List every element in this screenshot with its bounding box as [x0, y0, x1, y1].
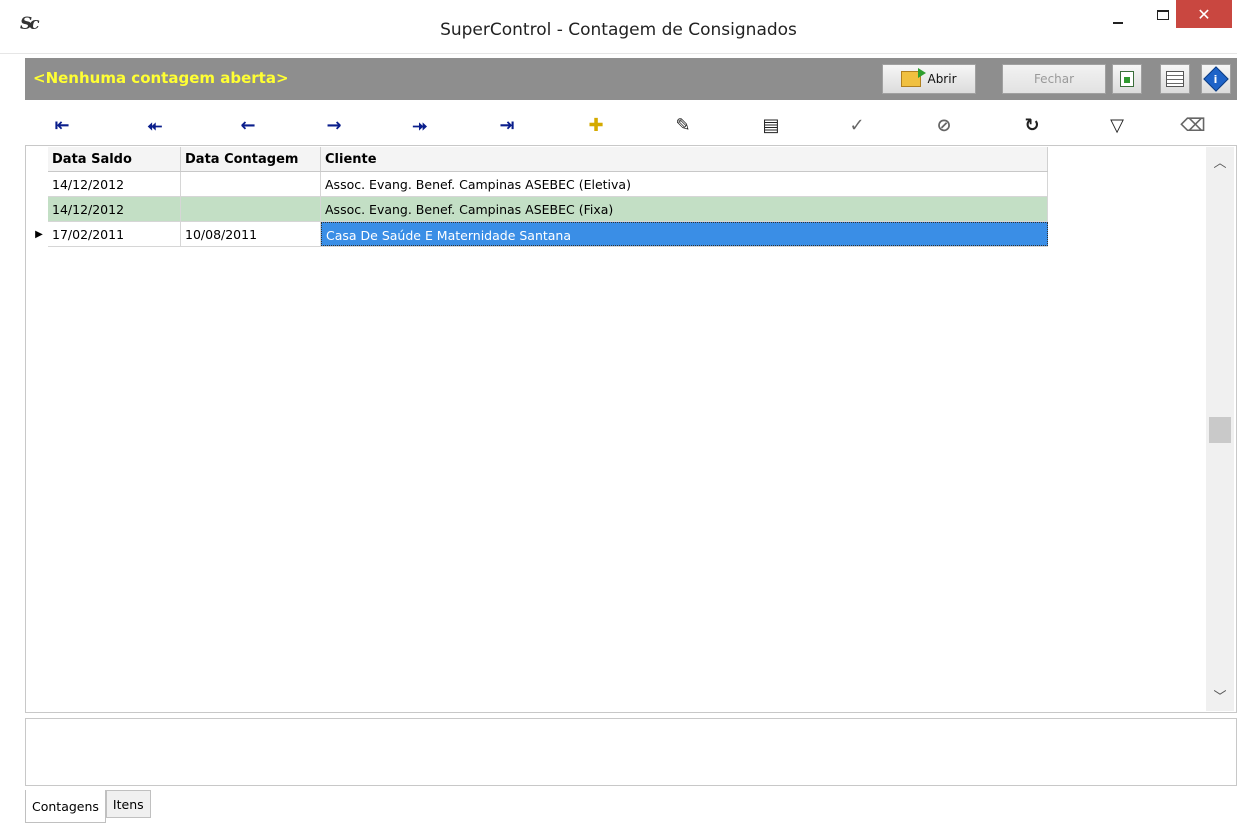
table-row-selected[interactable]: 17/02/2011 10/08/2011 Casa De Saúde E Ma…: [48, 222, 1048, 247]
table-row[interactable]: 14/12/2012 Assoc. Evang. Benef. Campinas…: [48, 172, 1048, 197]
close-window-button[interactable]: ✕: [1176, 0, 1232, 28]
last-record-button[interactable]: ⇥: [487, 111, 527, 139]
cell-data-contagem[interactable]: [181, 172, 321, 196]
current-row-indicator-icon: ▶: [35, 229, 43, 240]
refresh-button[interactable]: ↻: [1012, 111, 1052, 139]
layout-button[interactable]: [1160, 64, 1190, 94]
cell-data-contagem[interactable]: 10/08/2011: [181, 222, 321, 246]
last-record-icon: ⇥: [499, 114, 515, 136]
row-indicator-column: ▶: [31, 147, 47, 247]
edit-icon: ✎: [675, 114, 691, 136]
edit-record-button[interactable]: ✎: [663, 111, 703, 139]
bottom-tabs: Contagens Itens: [25, 790, 151, 823]
tab-itens[interactable]: Itens: [105, 790, 151, 818]
filter-icon: ▽: [1110, 114, 1124, 136]
cell-cliente[interactable]: Assoc. Evang. Benef. Campinas ASEBEC (Fi…: [321, 197, 1048, 221]
record-navigator: ⇤ ⯬ ← → ⯮ ⇥ ✚ ✎ ▤ ✓ ⊘ ↻ ▽ ⌫: [25, 105, 1237, 145]
cell-data-saldo[interactable]: 14/12/2012: [48, 197, 181, 221]
minimize-icon: [1112, 22, 1123, 24]
close-count-button[interactable]: Fechar: [1002, 64, 1106, 94]
cancel-record-button[interactable]: ⊘: [924, 111, 964, 139]
prior-page-button[interactable]: ⯬: [135, 111, 175, 139]
records-grid-area: ▶ Data Saldo Data Contagem Cliente 14/12…: [25, 145, 1237, 713]
first-record-icon: ⇤: [54, 114, 70, 136]
window-title: SuperControl - Contagem de Consignados: [440, 20, 797, 40]
title-bar: Sc SuperControl - Contagem de Consignado…: [0, 0, 1237, 54]
info-icon: i: [1203, 66, 1229, 92]
clear-filter-icon: ⌫: [1180, 114, 1206, 136]
filter-button[interactable]: ▽: [1097, 111, 1137, 139]
close-count-button-label: Fechar: [1033, 72, 1075, 86]
cell-cliente[interactable]: Casa De Saúde E Maternidade Santana: [321, 222, 1048, 246]
post-record-button[interactable]: ✓: [837, 111, 877, 139]
cell-data-saldo[interactable]: 17/02/2011: [48, 222, 181, 246]
clear-filter-button[interactable]: ⌫: [1173, 111, 1213, 139]
info-button[interactable]: i: [1201, 64, 1231, 94]
next-record-icon: →: [326, 114, 342, 136]
delete-icon: ▤: [762, 114, 780, 136]
insert-record-button[interactable]: ✚: [576, 111, 616, 139]
column-header-data-saldo[interactable]: Data Saldo: [48, 147, 181, 171]
export-button[interactable]: [1112, 64, 1142, 94]
prior-page-icon: ⯬: [147, 114, 163, 136]
maximize-icon: [1156, 10, 1169, 20]
grid-layout-icon: [1166, 71, 1184, 87]
export-document-icon: [1120, 71, 1134, 87]
scrollbar-thumb[interactable]: [1209, 417, 1231, 443]
cell-cliente[interactable]: Assoc. Evang. Benef. Campinas ASEBEC (El…: [321, 172, 1048, 196]
cancel-icon: ⊘: [936, 114, 952, 136]
vertical-scrollbar[interactable]: ︿ ﹀: [1206, 147, 1234, 711]
column-header-data-contagem[interactable]: Data Contagem: [181, 147, 321, 171]
prior-record-icon: ←: [240, 114, 256, 136]
refresh-icon: ↻: [1024, 114, 1040, 136]
open-button[interactable]: Abrir: [882, 64, 976, 94]
open-folder-icon: [901, 68, 927, 87]
close-icon: ✕: [1197, 4, 1211, 24]
minimize-button[interactable]: [1095, 0, 1140, 36]
count-status-label: <Nenhuma contagem aberta>: [33, 69, 289, 87]
delete-record-button[interactable]: ▤: [751, 111, 791, 139]
scroll-up-icon[interactable]: ︿: [1206, 152, 1234, 172]
grid-header: Data Saldo Data Contagem Cliente: [48, 147, 1048, 172]
open-button-label: Abrir: [927, 72, 957, 86]
detail-panel: [25, 718, 1237, 786]
next-page-icon: ⯮: [412, 114, 428, 136]
next-page-button[interactable]: ⯮: [400, 111, 440, 139]
column-header-cliente[interactable]: Cliente: [321, 147, 1048, 171]
prior-record-button[interactable]: ←: [228, 111, 268, 139]
cell-data-contagem[interactable]: [181, 197, 321, 221]
header-bar: <Nenhuma contagem aberta> Abrir Fechar i: [25, 58, 1237, 100]
table-row[interactable]: 14/12/2012 Assoc. Evang. Benef. Campinas…: [48, 197, 1048, 222]
scroll-down-icon[interactable]: ﹀: [1206, 686, 1234, 706]
post-icon: ✓: [849, 114, 865, 136]
records-grid[interactable]: Data Saldo Data Contagem Cliente 14/12/2…: [48, 147, 1048, 247]
insert-icon: ✚: [588, 114, 604, 136]
first-record-button[interactable]: ⇤: [42, 111, 82, 139]
tab-contagens[interactable]: Contagens: [25, 790, 106, 823]
cell-data-saldo[interactable]: 14/12/2012: [48, 172, 181, 196]
next-record-button[interactable]: →: [314, 111, 354, 139]
